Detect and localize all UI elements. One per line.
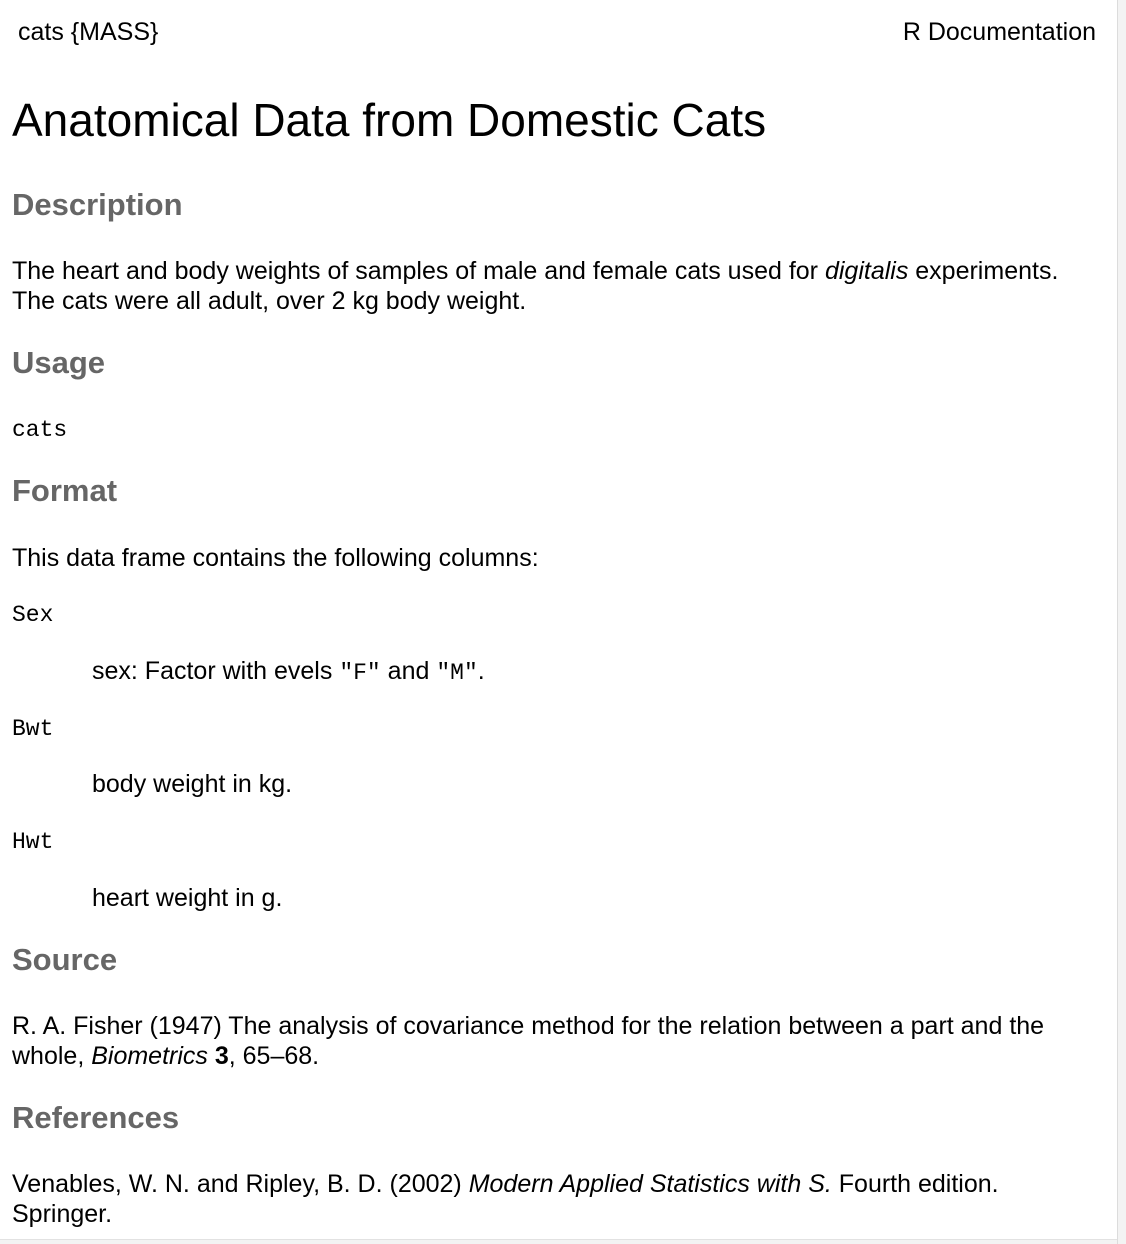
reference-publisher: Springer.	[12, 1200, 113, 1228]
column-name-bwt: Bwt	[12, 716, 54, 742]
description-text-start: The heart and body weights of samples of…	[12, 257, 825, 285]
column-name-hwt: Hwt	[12, 829, 54, 855]
usage-heading: Usage	[12, 345, 106, 380]
level-f-code: "F"	[339, 660, 381, 686]
reference-edition: Fourth edition.	[831, 1170, 999, 1198]
source-pages: , 65–68.	[228, 1042, 320, 1070]
column-desc-bwt: body weight in kg.	[92, 770, 293, 798]
source-journal: Biometrics	[91, 1042, 208, 1070]
description-text: The heart and body weights of samples of…	[12, 256, 1112, 316]
column-desc-hwt: heart weight in g.	[92, 884, 283, 912]
description-heading: Description	[12, 187, 183, 222]
format-intro: This data frame contains the following c…	[12, 544, 539, 572]
reference-authors: Venables, W. N. and Ripley, B. D. (2002)	[12, 1170, 469, 1198]
help-page: cats {MASS} R Documentation Anatomical D…	[0, 0, 1118, 1244]
column-desc-sex-end: .	[477, 657, 485, 685]
references-heading: References	[12, 1100, 180, 1135]
source-citation: R. A. Fisher (1947) The analysis of cova…	[12, 1011, 1112, 1071]
source-volume: 3	[214, 1042, 229, 1070]
doc-type-label: R Documentation	[902, 18, 1096, 46]
usage-code: cats	[12, 417, 68, 443]
bottom-border	[0, 1239, 1118, 1244]
description-text-line2: The cats were all adult, over 2 kg body …	[12, 287, 527, 315]
level-m-code: "M"	[436, 660, 478, 686]
column-desc-sex: sex: Factor with evels "F" and "M".	[92, 656, 485, 688]
reference-citation: Venables, W. N. and Ripley, B. D. (2002)…	[12, 1169, 1112, 1229]
format-heading: Format	[12, 473, 118, 508]
topic-label: cats {MASS}	[18, 18, 159, 46]
description-italic-term: digitalis	[824, 257, 909, 285]
source-line2-prefix: whole,	[12, 1042, 92, 1070]
source-heading: Source	[12, 942, 118, 977]
column-desc-sex-text: sex: Factor with evels	[92, 657, 340, 685]
page-title: Anatomical Data from Domestic Cats	[12, 94, 767, 146]
description-text-end: experiments.	[908, 257, 1059, 285]
window-edge-scrollbar[interactable]	[1117, 0, 1126, 1244]
column-desc-sex-and: and	[380, 657, 437, 685]
reference-book-title: Modern Applied Statistics with S.	[468, 1170, 832, 1198]
column-name-sex: Sex	[12, 602, 54, 628]
source-line1: R. A. Fisher (1947) The analysis of cova…	[12, 1012, 1045, 1040]
